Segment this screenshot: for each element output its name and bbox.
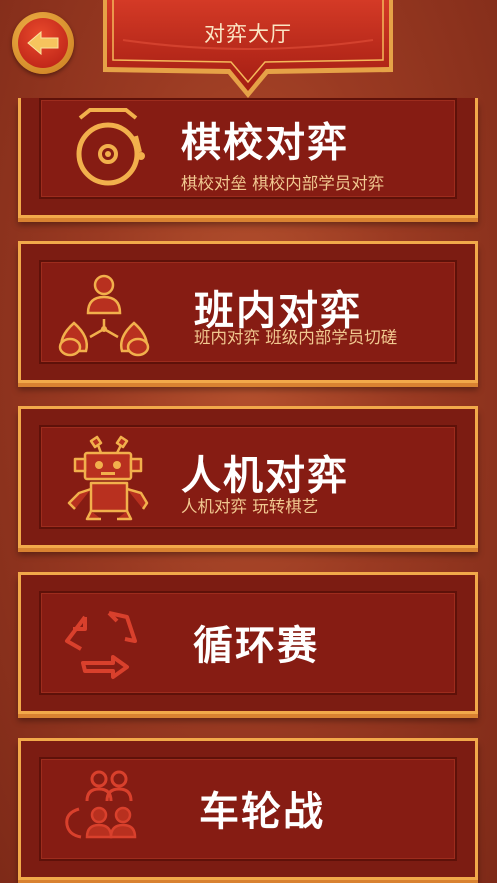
- mode-card-round-robin[interactable]: 循环赛: [18, 572, 478, 714]
- mode-subtitle: 棋校对垒 棋校内部学员对弈: [181, 174, 385, 193]
- cycle-icon: [65, 611, 137, 679]
- mode-card-school[interactable]: 棋校对弈 棋校对垒 棋校内部学员对弈: [18, 98, 478, 218]
- mode-subtitle: 班内对弈 班级内部学员切磋: [194, 328, 398, 347]
- mode-title: 车轮战: [199, 789, 325, 835]
- mode-card-class[interactable]: 班内对弈 班内对弈 班级内部学员切磋: [18, 241, 478, 383]
- mode-title: 循环赛: [193, 623, 319, 669]
- mode-card-wheel-battle[interactable]: 车轮战: [18, 738, 478, 880]
- page-title: 对弈大厅: [204, 22, 292, 46]
- group-icon: [58, 274, 150, 357]
- back-button[interactable]: [12, 12, 74, 74]
- mode-subtitle: 人机对弈 玩转棋艺: [181, 497, 319, 516]
- arrow-left-icon: [27, 30, 59, 56]
- mode-title: 棋校对弈: [181, 120, 349, 166]
- header-banner: [103, 0, 393, 98]
- robot-icon: [67, 435, 149, 521]
- mode-card-ai[interactable]: 人机对弈 人机对弈 玩转棋艺: [18, 406, 478, 548]
- gong-icon: [76, 108, 145, 186]
- team-icon: [65, 770, 137, 839]
